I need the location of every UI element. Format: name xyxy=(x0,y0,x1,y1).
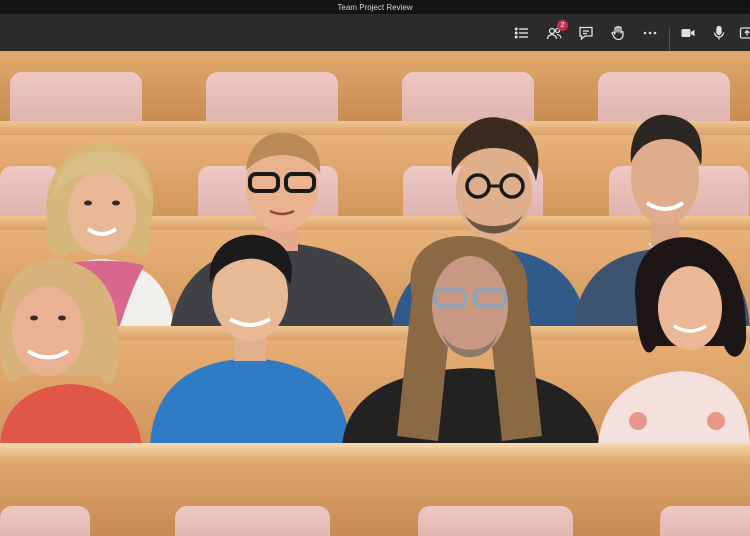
front-bench xyxy=(0,443,750,536)
microphone-button[interactable] xyxy=(708,22,730,44)
chat-icon xyxy=(579,26,593,41)
camera-icon xyxy=(681,29,695,37)
participant-avatar xyxy=(598,237,750,445)
microphone-icon xyxy=(713,25,725,40)
participant-tile[interactable] xyxy=(0,256,142,446)
list-icon xyxy=(514,27,528,39)
participant-avatar xyxy=(150,234,350,445)
title-bar: Team Project Review xyxy=(0,0,750,14)
together-mode-window: Team Project Review 2 xyxy=(0,0,750,536)
seat xyxy=(206,72,338,127)
participant-avatar xyxy=(342,236,600,445)
together-mode-stage xyxy=(0,51,750,536)
seat xyxy=(0,506,90,536)
share-icon xyxy=(739,27,750,39)
participants-button[interactable]: 2 xyxy=(543,20,568,44)
seat xyxy=(10,72,142,127)
chat-button[interactable] xyxy=(575,22,597,44)
seat xyxy=(175,506,330,536)
more-options-button[interactable] xyxy=(639,22,661,44)
camera-button[interactable] xyxy=(677,22,699,44)
participant-tile[interactable] xyxy=(150,233,350,445)
participant-avatar xyxy=(0,259,142,446)
participants-badge: 2 xyxy=(557,20,568,31)
seat xyxy=(418,506,573,536)
participant-tile[interactable] xyxy=(342,236,600,445)
seat xyxy=(660,506,750,536)
list-button[interactable] xyxy=(511,22,533,44)
participant-tile[interactable] xyxy=(598,236,750,445)
hand-icon xyxy=(611,25,624,41)
share-button[interactable] xyxy=(736,22,750,44)
raise-hand-button[interactable] xyxy=(607,22,629,44)
more-icon xyxy=(643,31,657,35)
toolbar-divider xyxy=(669,28,670,52)
meeting-title: Team Project Review xyxy=(337,2,413,12)
meeting-toolbar: 2 xyxy=(0,14,750,52)
